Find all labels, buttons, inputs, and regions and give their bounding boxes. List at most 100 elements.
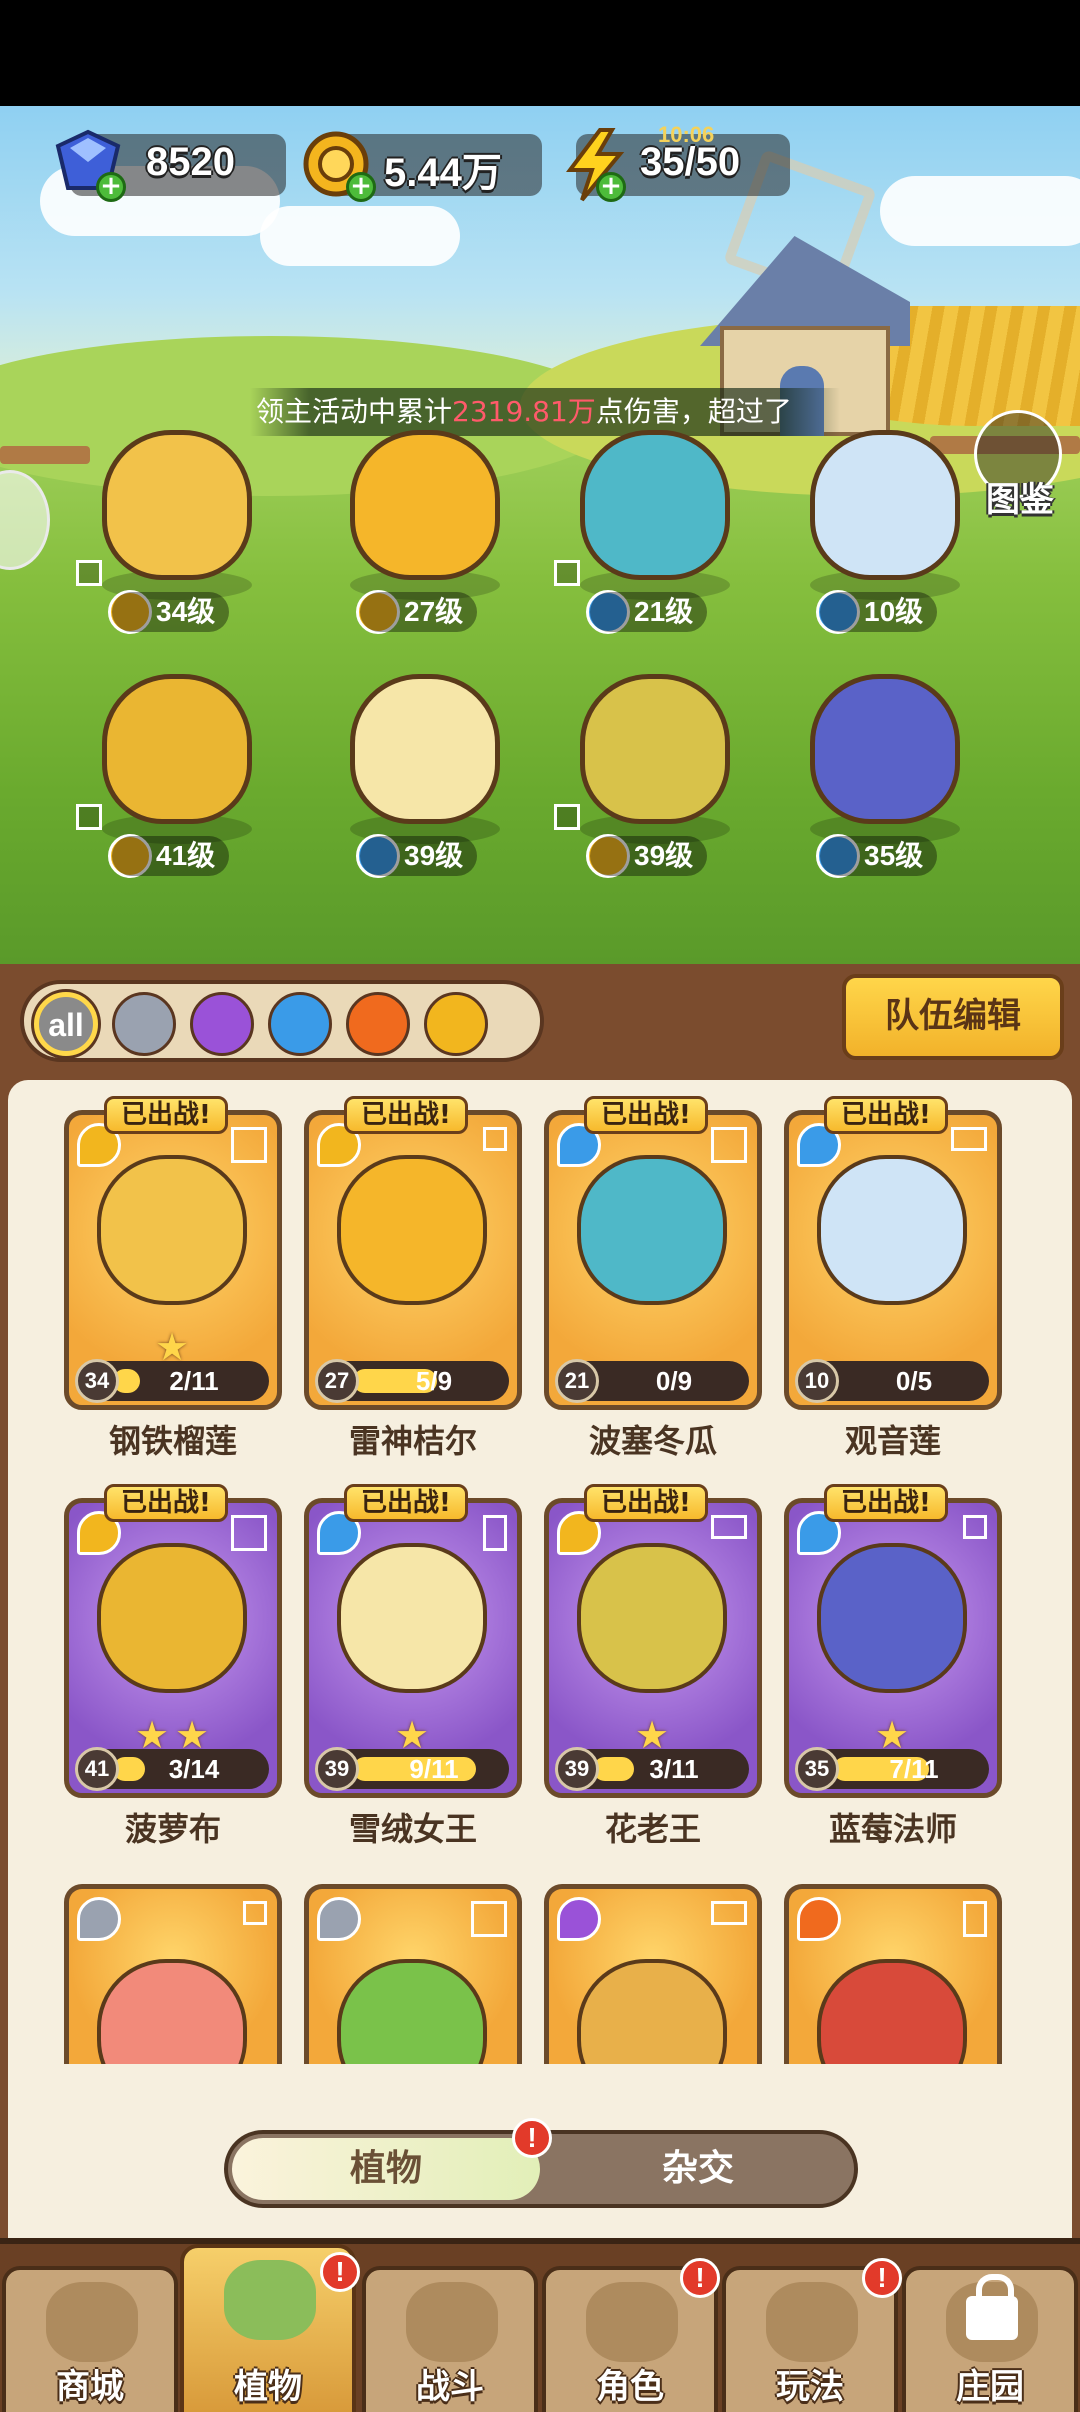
- card-level: 27: [315, 1359, 359, 1403]
- tab-hybrid[interactable]: 杂交: [544, 2138, 852, 2200]
- shard-progress: 10 0/5: [795, 1359, 989, 1403]
- plant-card[interactable]: [304, 1884, 522, 2064]
- team-hero[interactable]: 41级: [72, 664, 272, 884]
- codex-label: 图鉴: [986, 480, 1054, 520]
- plant-name: 蓝莓法师: [828, 1810, 957, 1848]
- element-filter-bar: all: [20, 980, 544, 1062]
- sword-icon: [77, 1897, 121, 1941]
- team-hero[interactable]: 27级: [320, 420, 520, 640]
- plant-name: 波塞冬瓜: [588, 1422, 717, 1460]
- size-icon: [231, 1515, 267, 1551]
- plant-card-grid: ★ 34 2/11 27 5/9 21 0/9 10 0/5 已出战! 已出战! 已出战…: [8, 1080, 1072, 2410]
- cloud: [260, 206, 460, 266]
- progress-text: 0/9: [655, 1366, 693, 1396]
- deployed-badge: 已出战!: [104, 1096, 228, 1134]
- nav-shop[interactable]: 商城: [2, 2266, 178, 2412]
- size-icon: [243, 1901, 267, 1925]
- plant-card[interactable]: 21 0/9: [544, 1110, 762, 1410]
- size-icon: [483, 1515, 507, 1551]
- plant-name: 雪绒女王: [348, 1810, 477, 1848]
- plant-name: 花老王: [604, 1810, 701, 1848]
- team-hero[interactable]: 39级: [320, 664, 520, 884]
- alert-badge: !: [320, 2252, 360, 2292]
- team-hero[interactable]: 10级: [780, 420, 980, 640]
- nav-label: 玩法: [776, 2367, 844, 2407]
- size-icon: [231, 1127, 267, 1163]
- alert-badge: !: [862, 2258, 902, 2298]
- card-level: 35: [795, 1747, 839, 1791]
- hero-level: 21级: [590, 592, 708, 632]
- progress-text: 7/11: [889, 1754, 939, 1784]
- plant-card[interactable]: [544, 1884, 762, 2064]
- plant-name: 钢铁榴莲: [108, 1422, 237, 1460]
- shard-progress: 34 2/11: [75, 1359, 269, 1403]
- nav-battle[interactable]: 战斗: [362, 2266, 538, 2412]
- gameplay-icon: [766, 2282, 858, 2362]
- team-hero[interactable]: 39级: [550, 664, 750, 884]
- size-icon: [76, 560, 102, 586]
- add-coins-icon[interactable]: +: [346, 172, 376, 202]
- potion-icon: [557, 1897, 601, 1941]
- alert-badge: !: [680, 2258, 720, 2298]
- plant-name: 菠萝布: [124, 1810, 221, 1848]
- card-level: 10: [795, 1359, 839, 1403]
- deployed-badge: 已出战!: [824, 1096, 948, 1134]
- size-icon: [554, 804, 580, 830]
- plant-card[interactable]: ★ ★ 41 3/14: [64, 1498, 282, 1798]
- gems-value: 8520: [146, 140, 235, 184]
- plant-card[interactable]: ★ 35 7/11: [784, 1498, 1002, 1798]
- shard-progress: 39 3/11: [555, 1747, 749, 1791]
- fire-icon[interactable]: [346, 992, 410, 1056]
- team-hero[interactable]: 34级: [72, 420, 272, 640]
- progress-text: 5/9: [415, 1366, 453, 1396]
- nav-manor[interactable]: 庄园: [902, 2266, 1078, 2412]
- codex-button[interactable]: 图鉴: [970, 410, 1066, 520]
- add-gems-icon[interactable]: +: [96, 172, 126, 202]
- card-level: 41: [75, 1747, 119, 1791]
- tab-plants[interactable]: 植物: [232, 2138, 540, 2200]
- team-edit-button[interactable]: 队伍编辑: [842, 974, 1064, 1060]
- potion-icon[interactable]: [190, 992, 254, 1056]
- plant-name: 雷神桔尔: [348, 1422, 477, 1460]
- size-icon: [76, 804, 102, 830]
- hero-level: 34级: [112, 592, 230, 632]
- card-level: 39: [555, 1747, 599, 1791]
- shard-progress: 39 9/11: [315, 1747, 509, 1791]
- fire-icon: [797, 1897, 841, 1941]
- sword-icon[interactable]: [112, 992, 176, 1056]
- size-icon: [554, 560, 580, 586]
- plant-name: 观音莲: [844, 1422, 941, 1460]
- team-hero[interactable]: 21级: [550, 420, 750, 640]
- progress-text: 2/11: [169, 1366, 219, 1396]
- size-icon: [963, 1515, 987, 1539]
- lightning-icon[interactable]: [424, 992, 488, 1056]
- plant-card[interactable]: 27 5/9: [304, 1110, 522, 1410]
- water-drop-icon[interactable]: [268, 992, 332, 1056]
- nav-label: 角色: [596, 2367, 664, 2407]
- plant-card[interactable]: ★ 39 9/11: [304, 1498, 522, 1798]
- plant-card[interactable]: ★ 39 3/11: [544, 1498, 762, 1798]
- hero-level: 39级: [590, 836, 708, 876]
- hero-level: 39级: [360, 836, 478, 876]
- card-level: 39: [315, 1747, 359, 1791]
- card-level: 34: [75, 1359, 119, 1403]
- deployed-badge: 已出战!: [584, 1484, 708, 1522]
- plant-card[interactable]: ★ 34 2/11: [64, 1110, 282, 1410]
- size-icon: [471, 1901, 507, 1937]
- plants-icon: [224, 2260, 316, 2340]
- character-icon: [586, 2282, 678, 2362]
- plant-card[interactable]: [64, 1884, 282, 2064]
- deployed-badge: 已出战!: [344, 1096, 468, 1134]
- bottom-nav: 商城 植物 战斗 角色 玩法 庄园: [0, 2238, 1080, 2412]
- filter-all[interactable]: all: [34, 992, 98, 1056]
- team-hero[interactable]: 35级: [780, 664, 980, 884]
- progress-text: 0/5: [895, 1366, 933, 1396]
- plant-card[interactable]: [784, 1884, 1002, 2064]
- add-energy-icon[interactable]: +: [596, 172, 626, 202]
- alert-badge: !: [512, 2118, 552, 2158]
- plant-card[interactable]: 10 0/5: [784, 1110, 1002, 1410]
- hero-level: 41级: [112, 836, 230, 876]
- battle-icon: [406, 2282, 498, 2362]
- lock-icon: [966, 2274, 1018, 2340]
- nav-label: 植物: [234, 2367, 302, 2407]
